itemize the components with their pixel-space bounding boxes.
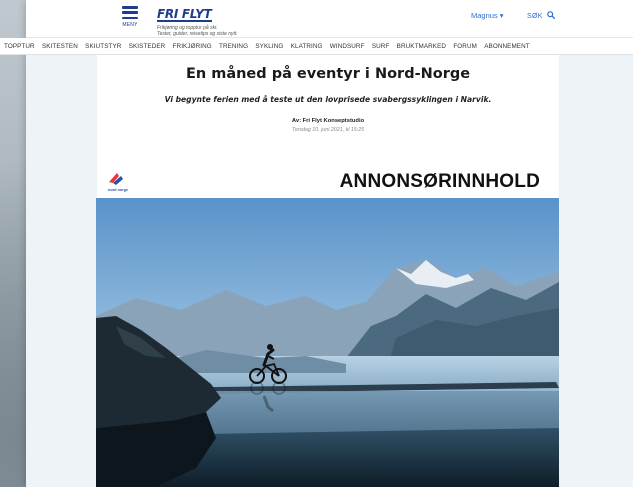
nav-item-trening[interactable]: TRENING [219,43,248,50]
article-byline: Av: Fri Flyt Konseptstudio [291,118,365,124]
sponsor-name: nord norge [108,188,129,192]
nav-item-topptur[interactable]: TOPPTUR [4,43,35,50]
nav-item-sykling[interactable]: SYKLING [255,43,283,50]
user-menu[interactable]: Magnus ▾ [471,11,504,20]
search-icon [547,11,556,20]
article-title: En måned på eventyr i Nord-Norge [185,66,471,82]
article: En måned på eventyr i Nord-Norge Vi begy… [96,55,559,487]
nav-item-bruktmarked[interactable]: BRUKTMARKED [397,43,446,50]
nav-item-surf[interactable]: SURF [372,43,390,50]
nav-item-klatring[interactable]: KLATRING [291,43,323,50]
page: MENY FRI FLYT Frikjøring og topptur på s… [0,0,633,487]
nav-item-skisteder[interactable]: SKISTEDER [129,43,166,50]
site-logo[interactable]: FRI FLYT Frikjøring og topptur på ski. T… [157,5,238,37]
menu-label: MENY [122,22,138,28]
nav-item-frikjoring[interactable]: FRIKJØRING [173,43,212,50]
nav-item-skitesten[interactable]: SKITESTEN [42,43,78,50]
ad-label: ANNONSØRINNHOLD [339,171,540,192]
nav-item-abonnement[interactable]: ABONNEMENT [484,43,529,50]
nav-item-windsurf[interactable]: WINDSURF [330,43,365,50]
site-header: MENY FRI FLYT Frikjøring og topptur på s… [26,0,633,38]
hero-image[interactable] [96,198,559,487]
nav-item-forum[interactable]: FORUM [453,43,477,50]
hero-photo [96,198,559,487]
article-subtitle: Vi begynte ferien med å teste ut den lov… [164,95,492,104]
tagline-line2: Tester, guider, reisetips og siste nytt. [157,31,238,37]
search-button[interactable]: SØK [527,11,556,20]
search-label: SØK [527,13,543,20]
main-nav: TOPPTUR SKITESTEN SKIUTSTYR SKISTEDER FR… [0,38,633,55]
article-date: Torsdag 10. juni 2021, kl 15:25 [291,127,365,133]
nav-item-skiutstyr[interactable]: SKIUTSTYR [85,43,121,50]
logo-text: FRI FLYT [157,7,212,22]
hamburger-icon [122,6,138,19]
menu-button[interactable]: MENY [118,5,142,33]
sponsored-banner: nord norge ANNONSØRINNHOLD [97,166,559,198]
